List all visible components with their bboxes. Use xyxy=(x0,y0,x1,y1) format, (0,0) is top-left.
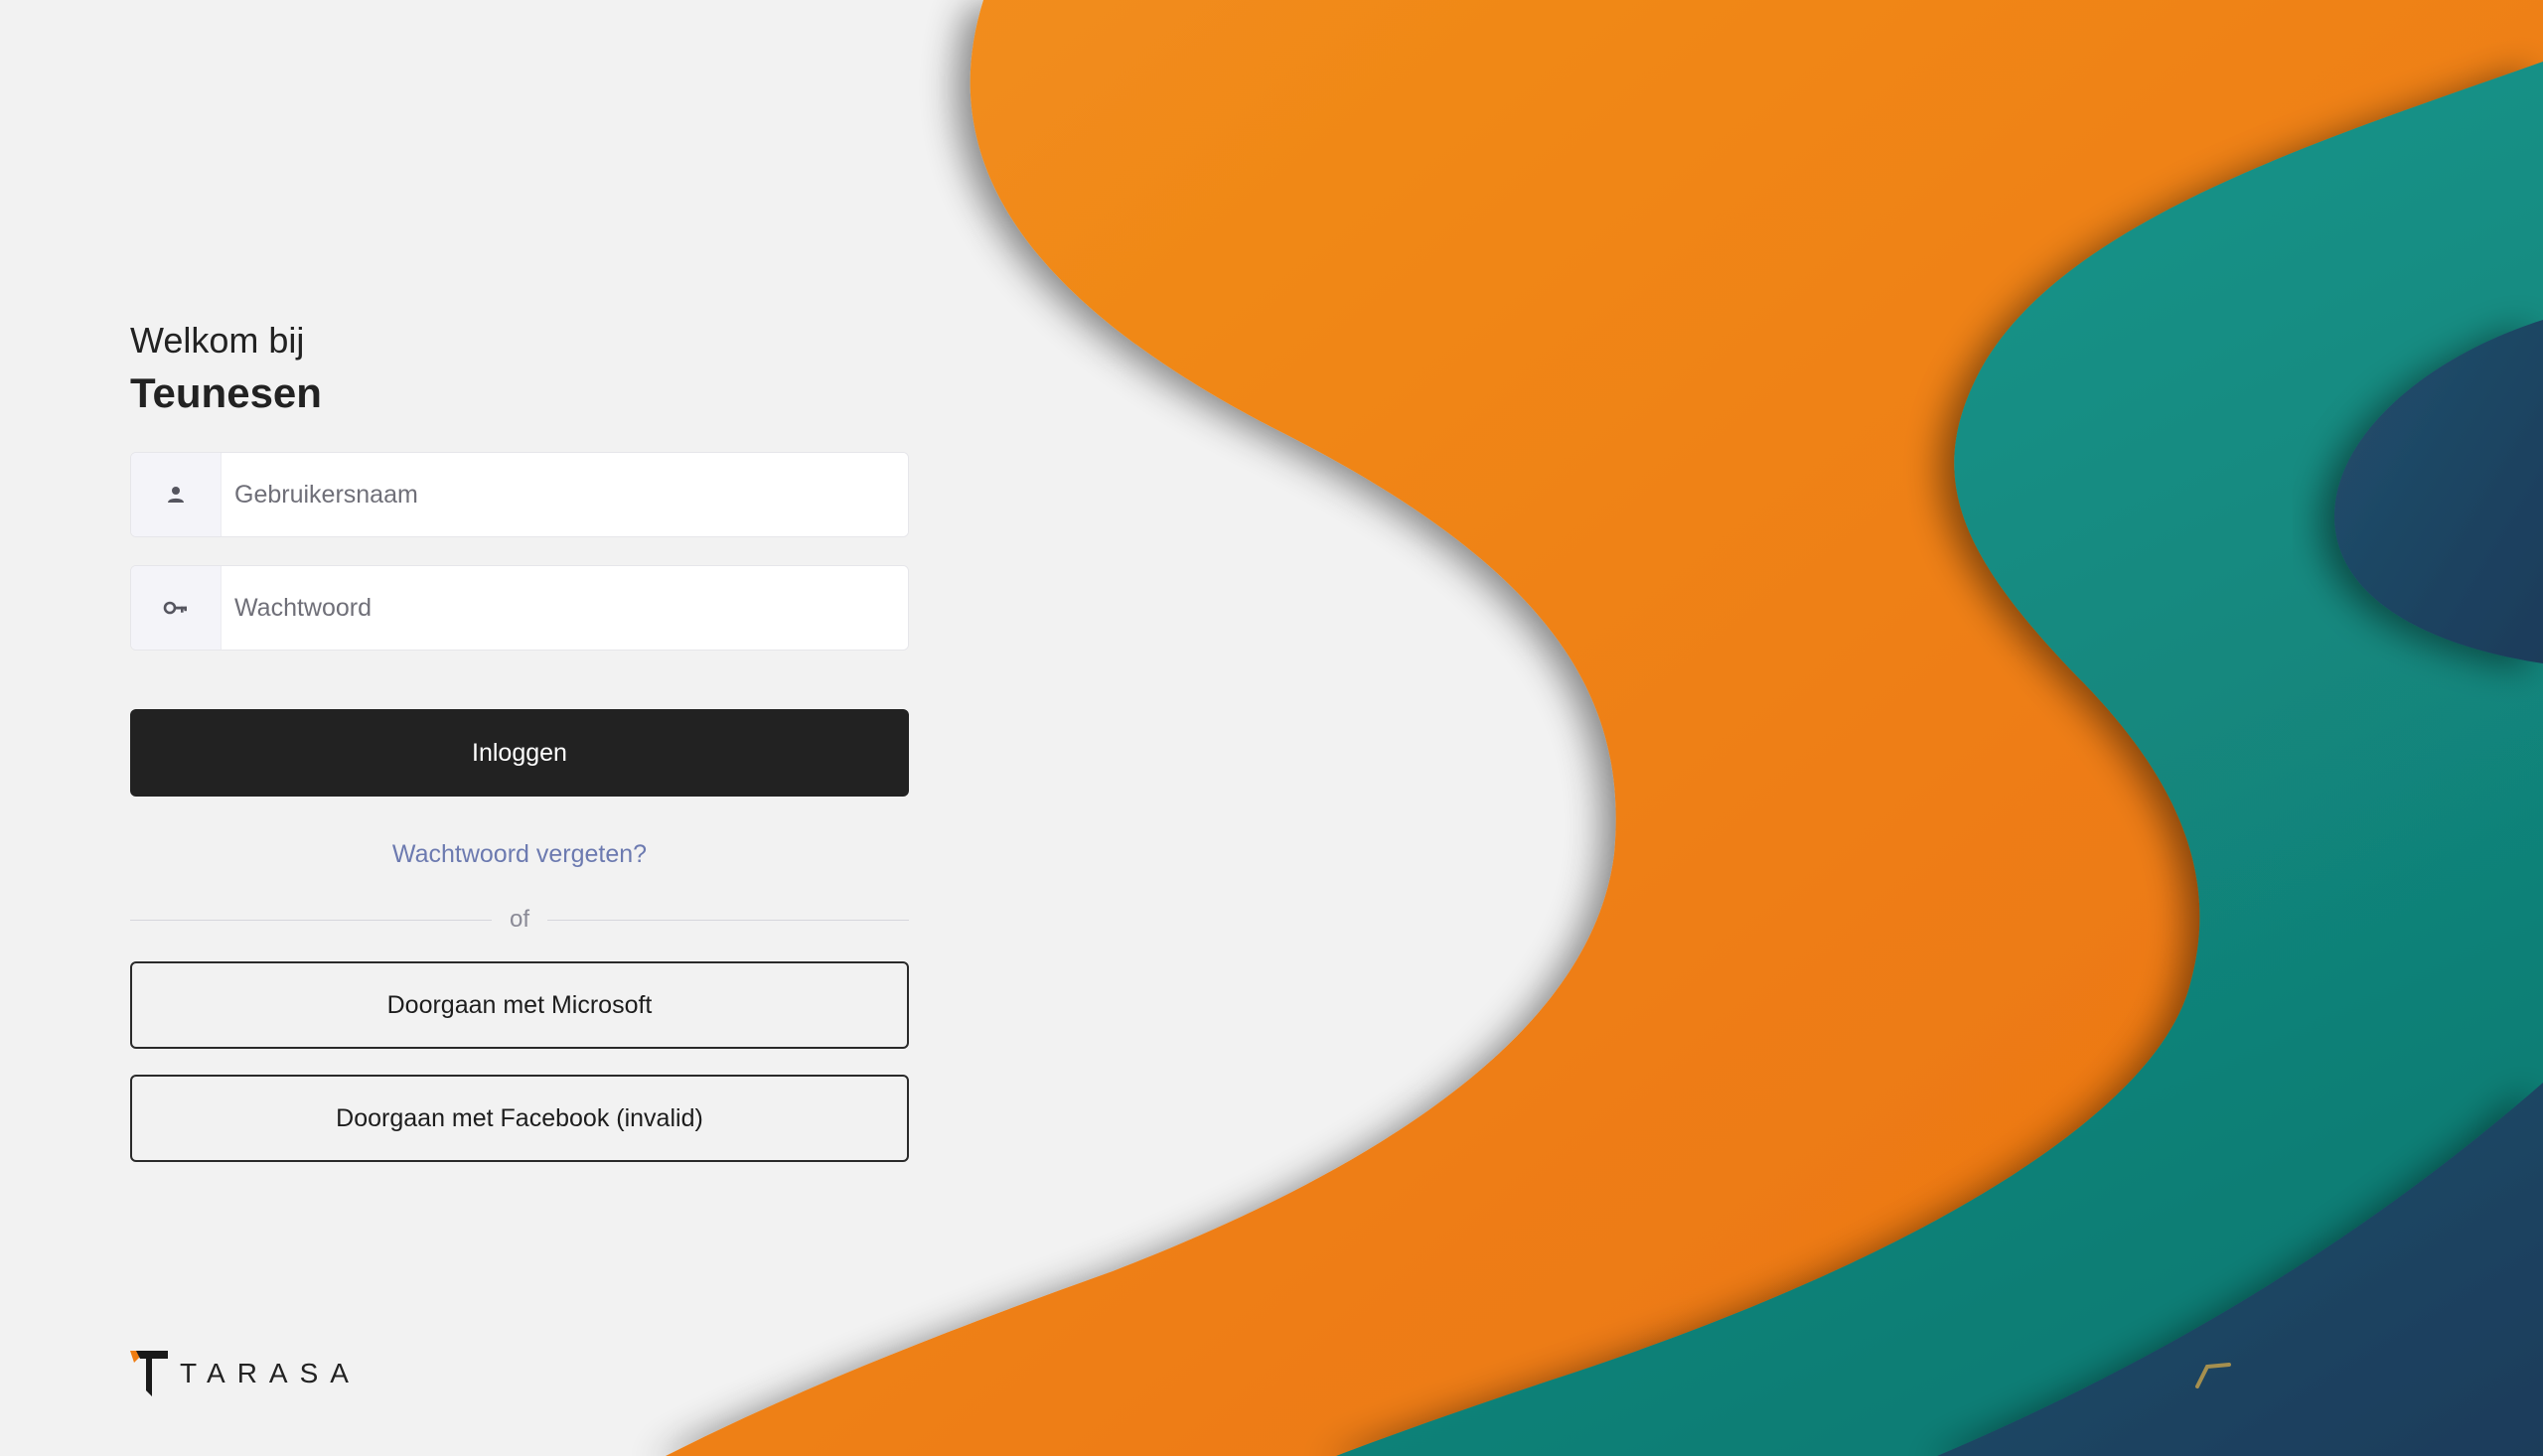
facebook-login-button[interactable]: Doorgaan met Facebook (invalid) xyxy=(130,1075,909,1162)
username-input[interactable] xyxy=(222,453,908,536)
login-form: Welkom bij Teunesen Inlog xyxy=(130,316,910,1162)
tarasa-logo-mark xyxy=(130,1351,168,1396)
brand-name: Teunesen xyxy=(130,369,322,416)
password-field xyxy=(130,565,909,651)
user-icon xyxy=(131,453,222,536)
login-page: Welkom bij Teunesen Inlog xyxy=(0,0,2543,1456)
divider-line-left xyxy=(130,919,492,921)
or-divider: of xyxy=(130,900,910,940)
forgot-password-link[interactable]: Wachtwoord vergeten? xyxy=(130,838,909,870)
tarasa-logo: TARASA xyxy=(130,1349,361,1398)
decorative-corner-mark xyxy=(2195,1363,2231,1388)
divider-label: of xyxy=(510,906,530,933)
login-button[interactable]: Inloggen xyxy=(130,709,909,797)
divider-line-right xyxy=(547,919,910,921)
key-icon xyxy=(131,566,222,650)
username-field xyxy=(130,452,909,537)
password-input[interactable] xyxy=(222,566,908,650)
welcome-heading: Welkom bij xyxy=(130,320,305,361)
tarasa-logo-text: TARASA xyxy=(180,1358,361,1388)
microsoft-login-button[interactable]: Doorgaan met Microsoft xyxy=(130,961,909,1049)
